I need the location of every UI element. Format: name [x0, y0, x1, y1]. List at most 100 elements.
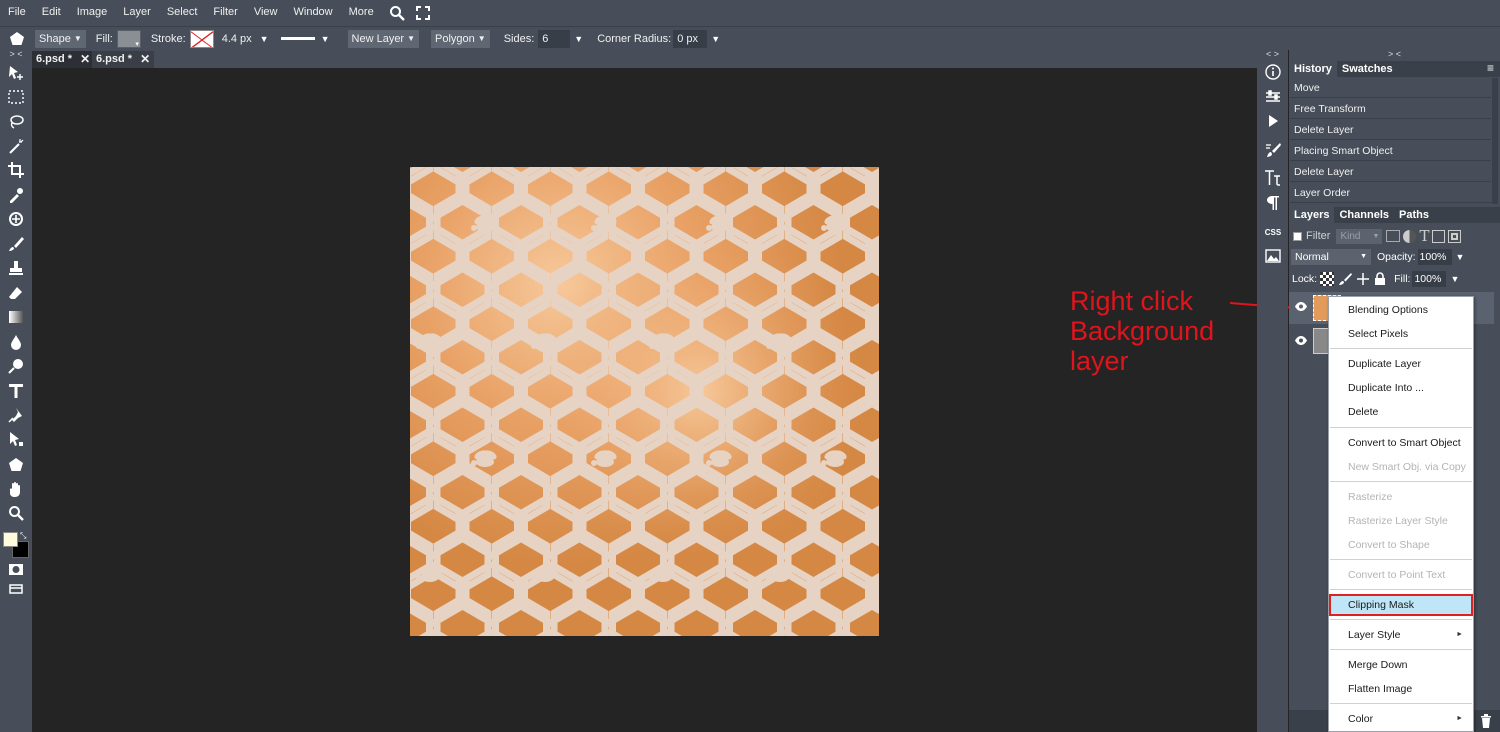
menu-item-color[interactable]: Color ► [1329, 708, 1473, 730]
menu-item-convert-to-smart-object[interactable]: Convert to Smart Object [1329, 432, 1473, 454]
hand-tool-icon[interactable] [4, 478, 28, 500]
menu-view[interactable]: View [246, 0, 286, 26]
history-item[interactable]: Delete Layer [1290, 120, 1491, 140]
move-tool-icon[interactable] [4, 62, 28, 84]
fill-dropdown-icon[interactable]: ▼ [1450, 274, 1459, 284]
paragraph-icon[interactable] [1261, 192, 1285, 214]
history-item[interactable]: Layer Order [1290, 183, 1491, 203]
gradient-tool-icon[interactable] [4, 306, 28, 328]
info-icon[interactable] [1261, 61, 1285, 83]
filter-checkbox[interactable] [1293, 231, 1302, 241]
shape-tool-icon[interactable] [4, 453, 28, 475]
screen-mode-icon[interactable] [4, 578, 28, 600]
menu-image[interactable]: Image [69, 0, 116, 26]
blend-mode-dropdown[interactable]: Normal ▼ [1291, 249, 1371, 265]
document-canvas-image[interactable] [410, 167, 879, 636]
swap-colors-icon[interactable]: ⤡ [20, 531, 26, 541]
menu-file[interactable]: File [0, 0, 34, 26]
sides-dropdown-icon[interactable]: ▼ [574, 34, 583, 44]
history-item[interactable]: Placing Smart Object [1290, 141, 1491, 161]
menu-item-delete[interactable]: Delete [1329, 401, 1473, 423]
tab-channels[interactable]: Channels [1334, 207, 1394, 223]
zoom-tool-icon[interactable] [4, 502, 28, 524]
menu-window[interactable]: Window [286, 0, 341, 26]
corner-radius-dropdown-icon[interactable]: ▼ [711, 34, 720, 44]
trash-icon[interactable] [1480, 714, 1492, 728]
css-panel-button[interactable]: CSS [1261, 221, 1285, 243]
tab-swatches[interactable]: Swatches [1337, 61, 1398, 77]
text-tool-icon[interactable] [4, 380, 28, 402]
stroke-width-field[interactable]: 4.4 px [218, 30, 256, 48]
lasso-tool-icon[interactable] [4, 111, 28, 133]
close-icon[interactable]: ✕ [80, 51, 90, 68]
menu-item-layer-style[interactable]: Layer Style ► [1329, 624, 1473, 646]
quick-mask-icon[interactable] [4, 558, 28, 580]
menu-item-duplicate-into[interactable]: Duplicate Into ... [1329, 377, 1473, 399]
filter-pixel-icon[interactable] [1386, 230, 1401, 242]
eye-icon[interactable] [1295, 302, 1307, 311]
menu-item-blending-options[interactable]: Blending Options [1329, 299, 1473, 321]
menu-item-flatten-image[interactable]: Flatten Image [1329, 678, 1473, 700]
path-select-tool-icon[interactable] [4, 428, 28, 450]
layer-mode-dropdown[interactable]: New Layer ▼ [347, 29, 420, 48]
menu-select[interactable]: Select [159, 0, 206, 26]
opacity-field[interactable]: 100% [1417, 249, 1452, 265]
lock-position-icon[interactable] [1356, 272, 1370, 286]
close-icon[interactable]: ✕ [140, 51, 150, 68]
menu-item-select-pixels[interactable]: Select Pixels [1329, 323, 1473, 345]
menu-item-clipping-mask[interactable]: Clipping Mask [1329, 594, 1473, 616]
shape-type-dropdown[interactable]: Polygon ▼ [431, 29, 490, 48]
panel-collapse-toggle[interactable]: > < [1289, 50, 1500, 59]
menu-item-merge-down[interactable]: Merge Down [1329, 654, 1473, 676]
lock-transparency-icon[interactable] [1320, 272, 1335, 286]
menu-item-duplicate-layer[interactable]: Duplicate Layer [1329, 353, 1473, 375]
filter-smart-object-icon[interactable] [1448, 229, 1462, 243]
brush-tool-icon[interactable] [4, 233, 28, 255]
healing-tool-icon[interactable] [4, 208, 28, 230]
fullscreen-icon[interactable] [412, 2, 434, 24]
corner-radius-field[interactable]: 0 px [673, 29, 708, 48]
play-actions-icon[interactable] [1261, 110, 1285, 132]
fill-field[interactable]: 100% [1412, 271, 1447, 287]
tab-history[interactable]: History [1289, 61, 1337, 77]
magic-wand-tool-icon[interactable] [4, 135, 28, 157]
crop-tool-icon[interactable] [4, 159, 28, 181]
stroke-style-line[interactable] [280, 37, 315, 40]
history-item[interactable]: Free Transform [1290, 99, 1491, 119]
eyedropper-tool-icon[interactable] [4, 184, 28, 206]
lock-all-icon[interactable] [1374, 272, 1386, 286]
eraser-tool-icon[interactable] [4, 282, 28, 304]
opacity-dropdown-icon[interactable]: ▼ [1456, 252, 1465, 262]
document-tab[interactable]: 6.psd * ✕ [32, 51, 95, 68]
tab-layers[interactable]: Layers [1289, 207, 1335, 223]
menu-more[interactable]: More [341, 0, 382, 26]
stamp-tool-icon[interactable] [4, 257, 28, 279]
shape-mode-dropdown[interactable]: Shape ▼ [35, 29, 86, 48]
blur-tool-icon[interactable] [4, 331, 28, 353]
eye-icon[interactable] [1295, 336, 1307, 345]
marquee-tool-icon[interactable] [4, 86, 28, 108]
filter-adjustment-icon[interactable] [1403, 229, 1417, 243]
menu-layer[interactable]: Layer [115, 0, 159, 26]
dodge-tool-icon[interactable] [4, 355, 28, 377]
filter-type-icon[interactable]: T [1419, 229, 1429, 244]
image-panel-icon[interactable] [1261, 245, 1285, 267]
character-icon[interactable] [1261, 167, 1285, 189]
lock-pixels-icon[interactable] [1338, 272, 1353, 286]
kind-dropdown[interactable]: Kind ▼ [1336, 228, 1383, 244]
filter-shape-icon[interactable] [1432, 229, 1446, 243]
brush-settings-icon[interactable] [1261, 139, 1285, 161]
foreground-color-swatch[interactable] [3, 532, 18, 547]
menu-edit[interactable]: Edit [34, 0, 69, 26]
adjustments-icon[interactable] [1261, 86, 1285, 108]
menu-filter[interactable]: Filter [205, 0, 245, 26]
history-scrollbar[interactable] [1492, 78, 1498, 204]
history-item[interactable]: Move [1290, 78, 1491, 98]
stroke-width-dropdown-icon[interactable]: ▼ [260, 34, 269, 44]
panel-strip-collapse-toggle[interactable]: < > [1257, 50, 1288, 59]
sides-field[interactable]: 6 [538, 29, 571, 48]
fill-swatch[interactable]: ▾ [116, 29, 141, 48]
search-icon[interactable] [386, 2, 408, 24]
stroke-style-dropdown-icon[interactable]: ▼ [321, 34, 330, 44]
document-tab[interactable]: 6.psd * ✕ [92, 51, 155, 68]
